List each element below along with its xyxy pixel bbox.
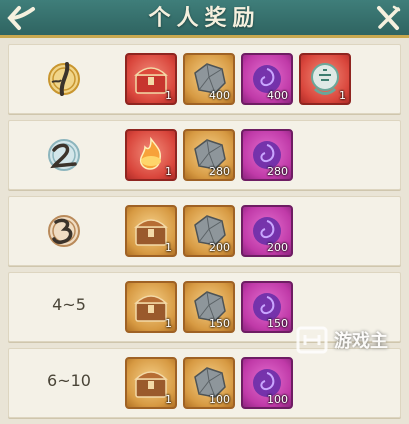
reward-item-orb[interactable]: 100 — [241, 357, 293, 409]
rank-label: 6~10 — [47, 371, 91, 390]
reward-item-ore[interactable]: 280 — [183, 129, 235, 181]
item-quantity: 1 — [165, 317, 172, 330]
item-quantity: 100 — [209, 393, 230, 406]
item-quantity: 1 — [165, 393, 172, 406]
reward-list: 1 400 400 1 1 280 280 1 200 200 4~5 1 15… — [8, 44, 401, 424]
reward-item-chest[interactable]: 1 — [125, 205, 177, 257]
item-quantity: 150 — [209, 317, 230, 330]
reward-item-orb[interactable]: 150 — [241, 281, 293, 333]
reward-item-ore[interactable]: 150 — [183, 281, 235, 333]
rank-2-badge-icon — [48, 139, 80, 171]
reward-row-rank-2: 1 280 280 — [8, 120, 401, 190]
watermark: 游戏主 — [296, 320, 406, 360]
reward-items: 1 200 200 — [125, 205, 293, 257]
item-quantity: 400 — [209, 89, 230, 102]
reward-row-rank-1: 1 400 400 1 — [8, 44, 401, 114]
reward-items: 1 100 100 — [125, 357, 293, 409]
item-quantity: 150 — [267, 317, 288, 330]
item-quantity: 280 — [267, 165, 288, 178]
reward-item-ornament[interactable]: 1 — [299, 53, 351, 105]
reward-item-chest[interactable]: 1 — [125, 281, 177, 333]
item-quantity: 1 — [339, 89, 346, 102]
watermark-logo-icon — [296, 326, 328, 354]
reward-items: 1 400 400 1 — [125, 53, 351, 105]
reward-item-ore[interactable]: 400 — [183, 53, 235, 105]
rank-label: 4~5 — [52, 295, 86, 314]
reward-items: 1 150 150 — [125, 281, 293, 333]
reward-items: 1 280 280 — [125, 129, 293, 181]
item-quantity: 400 — [267, 89, 288, 102]
reward-item-ore[interactable]: 200 — [183, 205, 235, 257]
close-button[interactable] — [371, 3, 405, 33]
reward-item-chest[interactable]: 1 — [125, 53, 177, 105]
page-title: 个人奖励 — [148, 5, 261, 31]
item-quantity: 200 — [267, 241, 288, 254]
item-quantity: 1 — [165, 241, 172, 254]
reward-item-flame[interactable]: 1 — [125, 129, 177, 181]
reward-item-chest[interactable]: 1 — [125, 357, 177, 409]
item-quantity: 200 — [209, 241, 230, 254]
reward-row-rank-3: 1 200 200 — [8, 196, 401, 266]
item-quantity: 1 — [165, 89, 172, 102]
close-icon — [377, 5, 401, 30]
watermark-text: 游戏主 — [334, 331, 388, 352]
reward-item-orb[interactable]: 200 — [241, 205, 293, 257]
reward-item-ore[interactable]: 100 — [183, 357, 235, 409]
item-quantity: 280 — [209, 165, 230, 178]
item-quantity: 1 — [165, 165, 172, 178]
rank-1-badge-icon — [48, 62, 80, 96]
rank-3-badge-icon — [48, 215, 80, 247]
reward-item-orb[interactable]: 280 — [241, 129, 293, 181]
reward-item-orb[interactable]: 400 — [241, 53, 293, 105]
header-bar: 个人奖励 — [0, 0, 409, 38]
item-quantity: 100 — [267, 393, 288, 406]
